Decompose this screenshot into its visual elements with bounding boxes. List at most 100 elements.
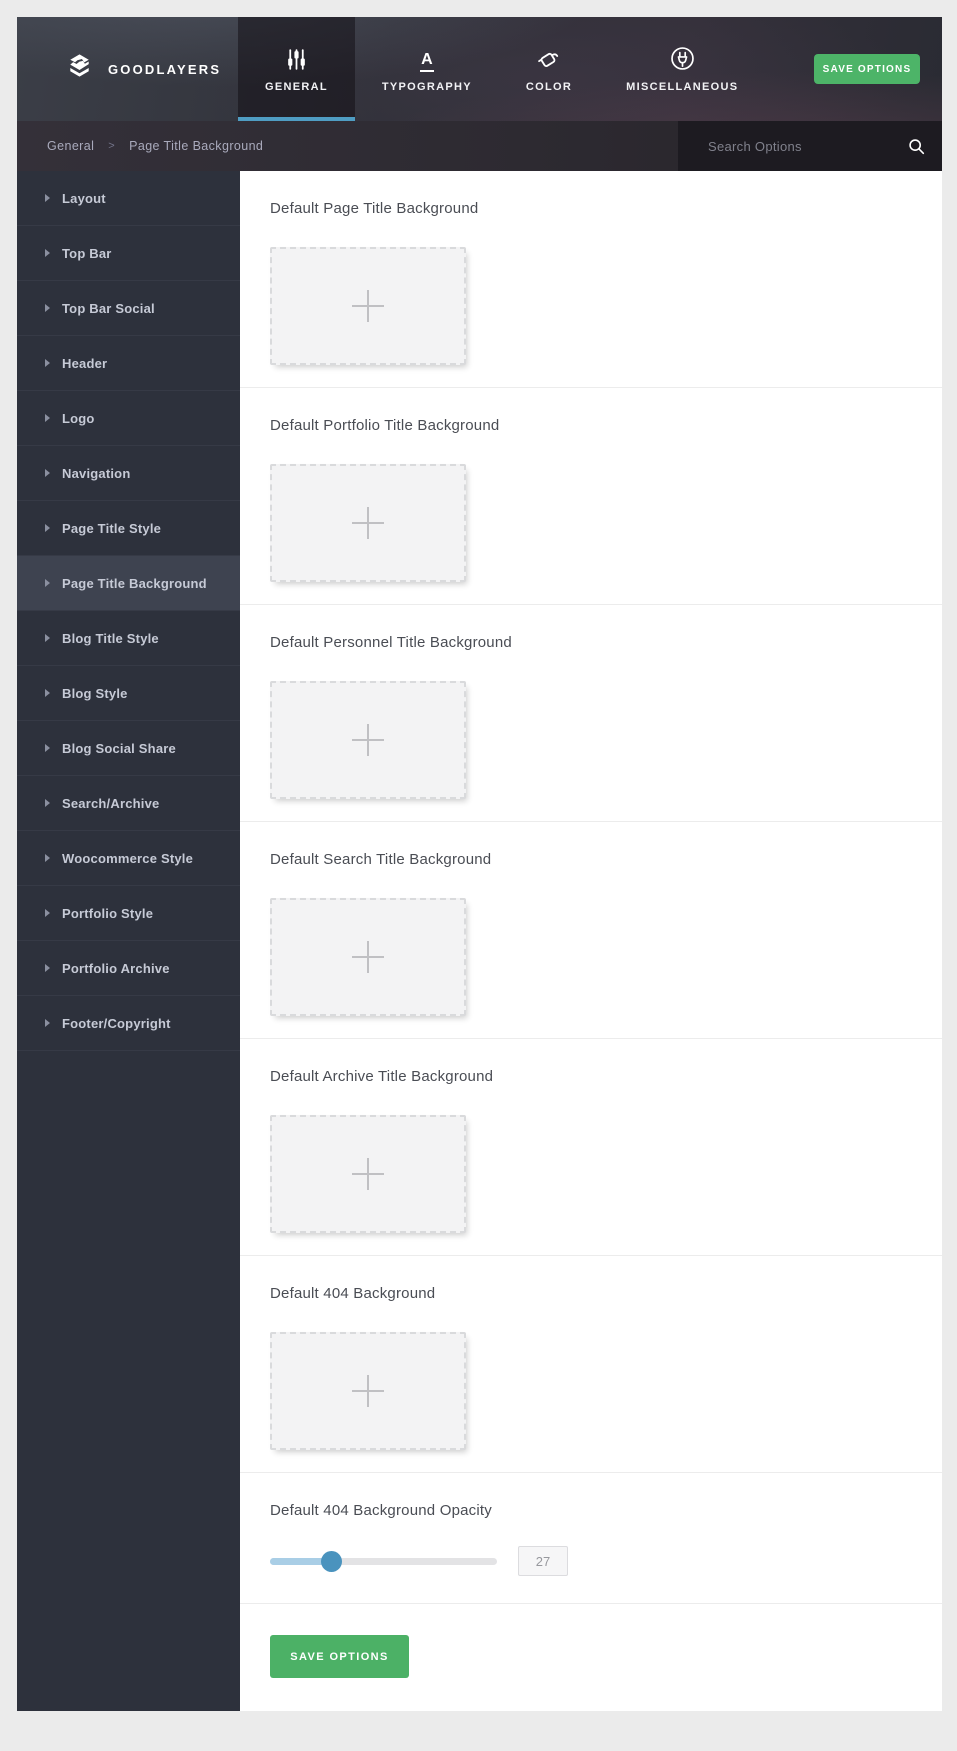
sidebar-item-label: Blog Title Style [62,630,159,646]
save-options-button-bottom[interactable]: SAVE OPTIONS [270,1635,409,1678]
chevron-right-icon [45,194,50,202]
sidebar-item-label: Search/Archive [62,795,160,811]
plus-icon [352,941,384,973]
media-upload-box[interactable] [270,464,466,582]
sliders-icon [284,45,309,72]
media-upload-box[interactable] [270,898,466,1016]
tab-typography[interactable]: A TYPOGRAPHY [355,17,499,121]
chevron-right-icon [45,964,50,972]
section-title: Default 404 Background Opacity [270,1502,492,1519]
tab-label: MISCELLANEOUS [626,81,739,93]
opacity-slider-track[interactable] [270,1550,497,1572]
theme-options-panel: GOODLAYERS GENERAL A TYPOGRAPHY COLOR MI… [17,17,942,1711]
tab-general[interactable]: GENERAL [238,17,355,121]
breadcrumb-current: Page Title Background [129,139,264,153]
brand-logo: GOODLAYERS [17,17,238,121]
plus-icon [352,1375,384,1407]
sidebar-item-label: Blog Social Share [62,740,176,756]
breadcrumb-bar: General > Page Title Background [17,121,942,171]
sidebar-item-label: Footer/Copyright [62,1015,171,1031]
sidebar-item-header[interactable]: Header [17,336,240,391]
chevron-right-icon [45,249,50,257]
sidebar-item-label: Logo [62,410,95,426]
chevron-right-icon [45,414,50,422]
sidebar-item-label: Woocommerce Style [62,850,194,866]
sections-container: Default Page Title Background Default Po… [240,171,942,1604]
sidebar-item-label: Blog Style [62,685,128,701]
section-default-404-background-opacity: Default 404 Background Opacity 27 [240,1473,942,1604]
settings-content: Default Page Title Background Default Po… [240,171,942,1711]
chevron-right-icon [45,469,50,477]
sidebar-item-woocommerce-style[interactable]: Woocommerce Style [17,831,240,886]
chevron-right-icon [45,634,50,642]
sidebar-item-blog-title-style[interactable]: Blog Title Style [17,611,240,666]
sidebar-item-portfolio-archive[interactable]: Portfolio Archive [17,941,240,996]
search-icon[interactable] [907,137,926,156]
media-upload-box[interactable] [270,681,466,799]
section-default-archive-title-background: Default Archive Title Background [240,1039,942,1256]
sidebar-item-search-archive[interactable]: Search/Archive [17,776,240,831]
breadcrumb-divider: > [108,140,116,152]
sidebar-item-top-bar-social[interactable]: Top Bar Social [17,281,240,336]
tab-color[interactable]: COLOR [499,17,599,121]
chevron-right-icon [45,744,50,752]
sidebar-item-blog-social-share[interactable]: Blog Social Share [17,721,240,776]
sidebar-item-label: Portfolio Archive [62,960,170,976]
sidebar-item-label: Top Bar [62,245,112,261]
chevron-right-icon [45,579,50,587]
section-default-page-title-background: Default Page Title Background [240,171,942,388]
sidebar-item-navigation[interactable]: Navigation [17,446,240,501]
tab-label: GENERAL [265,81,328,93]
breadcrumb-link-general[interactable]: General [47,139,94,153]
sidebar-item-label: Portfolio Style [62,905,154,921]
plus-icon [352,507,384,539]
section-title: Default 404 Background [270,1285,436,1302]
media-upload-box[interactable] [270,1115,466,1233]
save-row: SAVE OPTIONS [240,1604,942,1711]
sidebar-item-blog-style[interactable]: Blog Style [17,666,240,721]
sidebar-item-page-title-style[interactable]: Page Title Style [17,501,240,556]
sidebar-item-page-title-background[interactable]: Page Title Background [17,556,240,611]
sidebar-item-label: Layout [62,190,106,206]
search-input[interactable] [678,137,907,155]
sidebar-item-label: Navigation [62,465,131,481]
media-upload-box[interactable] [270,247,466,365]
tab-label: TYPOGRAPHY [381,81,472,93]
section-default-portfolio-title-background: Default Portfolio Title Background [240,388,942,605]
plus-icon [352,724,384,756]
section-title: Default Portfolio Title Background [270,417,500,434]
typography-icon: A [420,45,434,72]
plug-icon [669,45,696,72]
header-tabs: GENERAL A TYPOGRAPHY COLOR MISCELLANEOUS [238,17,765,121]
sidebar-item-layout[interactable]: Layout [17,171,240,226]
sidebar-item-footer-copyright[interactable]: Footer/Copyright [17,996,240,1051]
chevron-right-icon [45,359,50,367]
media-upload-box[interactable] [270,1332,466,1450]
plus-icon [352,290,384,322]
sidebar-item-label: Page Title Style [62,520,162,536]
chevron-right-icon [45,304,50,312]
brand-name: GOODLAYERS [108,61,222,77]
save-options-button-top[interactable]: SAVE OPTIONS [814,54,920,84]
panel-body: Layout Top Bar Top Bar Social Header Log… [17,171,942,1711]
section-title: Default Search Title Background [270,851,492,868]
sidebar-item-label: Page Title Background [62,575,207,591]
opacity-slider-handle[interactable] [321,1550,343,1572]
opacity-value-box[interactable]: 27 [518,1546,568,1576]
section-title: Default Archive Title Background [270,1068,494,1085]
section-title: Default Personnel Title Background [270,634,512,651]
sidebar-nav: Layout Top Bar Top Bar Social Header Log… [17,171,240,1711]
search-box [678,121,942,171]
sidebar-item-top-bar[interactable]: Top Bar [17,226,240,281]
chevron-right-icon [45,854,50,862]
tab-miscellaneous[interactable]: MISCELLANEOUS [599,17,765,121]
goodlayers-logo-icon [64,51,95,87]
chevron-right-icon [45,689,50,697]
tab-label: COLOR [525,81,573,93]
section-default-404-background: Default 404 Background [240,1256,942,1473]
sidebar-item-logo[interactable]: Logo [17,391,240,446]
chevron-right-icon [45,1019,50,1027]
breadcrumb: General > Page Title Background [17,121,263,171]
opacity-slider-row: 27 [270,1546,912,1576]
sidebar-item-portfolio-style[interactable]: Portfolio Style [17,886,240,941]
